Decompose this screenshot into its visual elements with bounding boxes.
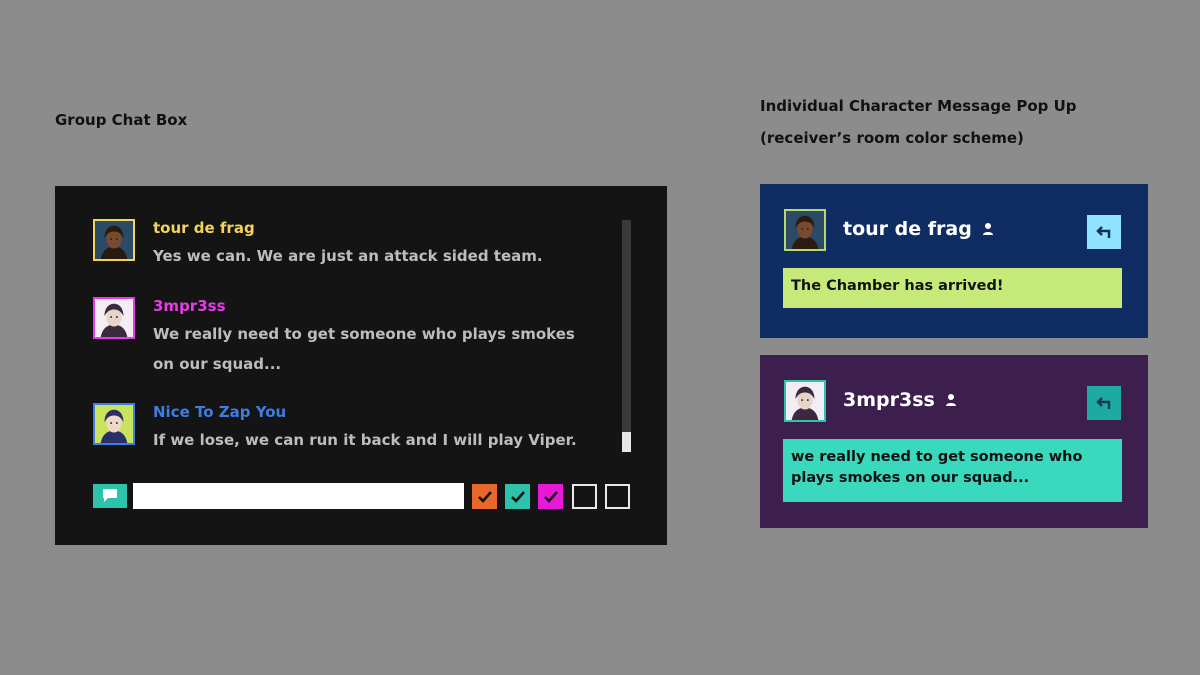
filter-checkbox-orange[interactable] [472, 484, 497, 509]
popup-heading: Individual Character Message Pop Up (rec… [760, 90, 1077, 154]
chat-input[interactable] [133, 483, 464, 509]
avatar [784, 380, 826, 422]
chat-scrollbar[interactable] [622, 220, 631, 452]
avatar [93, 219, 135, 261]
chat-button[interactable] [93, 484, 127, 508]
person-icon [982, 223, 993, 235]
checkmark-icon [510, 490, 525, 503]
group-chat-heading: Group Chat Box [55, 111, 188, 129]
avatar [784, 209, 826, 251]
group-chat-box: tour de frag Yes we can. We are just an … [55, 186, 667, 545]
person-icon [945, 394, 956, 406]
checkmark-icon [543, 490, 558, 503]
popup-author-name: tour de frag [843, 218, 972, 240]
popup-author-name: 3mpr3ss [843, 389, 935, 411]
message-author: 3mpr3ss [153, 297, 226, 315]
message-text: Yes we can. We are just an attack sided … [153, 247, 543, 265]
popup-message: The Chamber has arrived! [783, 268, 1122, 308]
avatar [93, 297, 135, 339]
filter-checkbox-empty[interactable] [605, 484, 630, 509]
popup-author: 3mpr3ss [843, 389, 957, 411]
message-author: Nice To Zap You [153, 403, 287, 421]
reply-button[interactable] [1087, 386, 1121, 420]
popup-heading-line1: Individual Character Message Pop Up [760, 97, 1077, 115]
scrollbar-thumb[interactable] [622, 432, 631, 452]
message-author: tour de frag [153, 219, 255, 237]
message-popup-tour-de-frag: tour de frag The Chamber has arrived! [760, 184, 1148, 338]
filter-checkbox-empty[interactable] [572, 484, 597, 509]
popup-message: we really need to get someone who plays … [783, 439, 1122, 502]
popup-author: tour de frag [843, 218, 994, 240]
message-text: If we lose, we can run it back and I wil… [153, 431, 577, 449]
filter-checkbox-teal[interactable] [505, 484, 530, 509]
popup-heading-line2: (receiver’s room color scheme) [760, 129, 1024, 147]
reply-arrow-icon [1096, 397, 1111, 409]
message-popup-3mpr3ss: 3mpr3ss we really need to get someone wh… [760, 355, 1148, 528]
message-text: We really need to get someone who plays … [153, 325, 575, 373]
reply-arrow-icon [1096, 226, 1111, 238]
reply-button[interactable] [1087, 215, 1121, 249]
speech-bubble-icon [103, 489, 117, 502]
filter-checkbox-magenta[interactable] [538, 484, 563, 509]
avatar [93, 403, 135, 445]
checkmark-icon [477, 490, 492, 503]
